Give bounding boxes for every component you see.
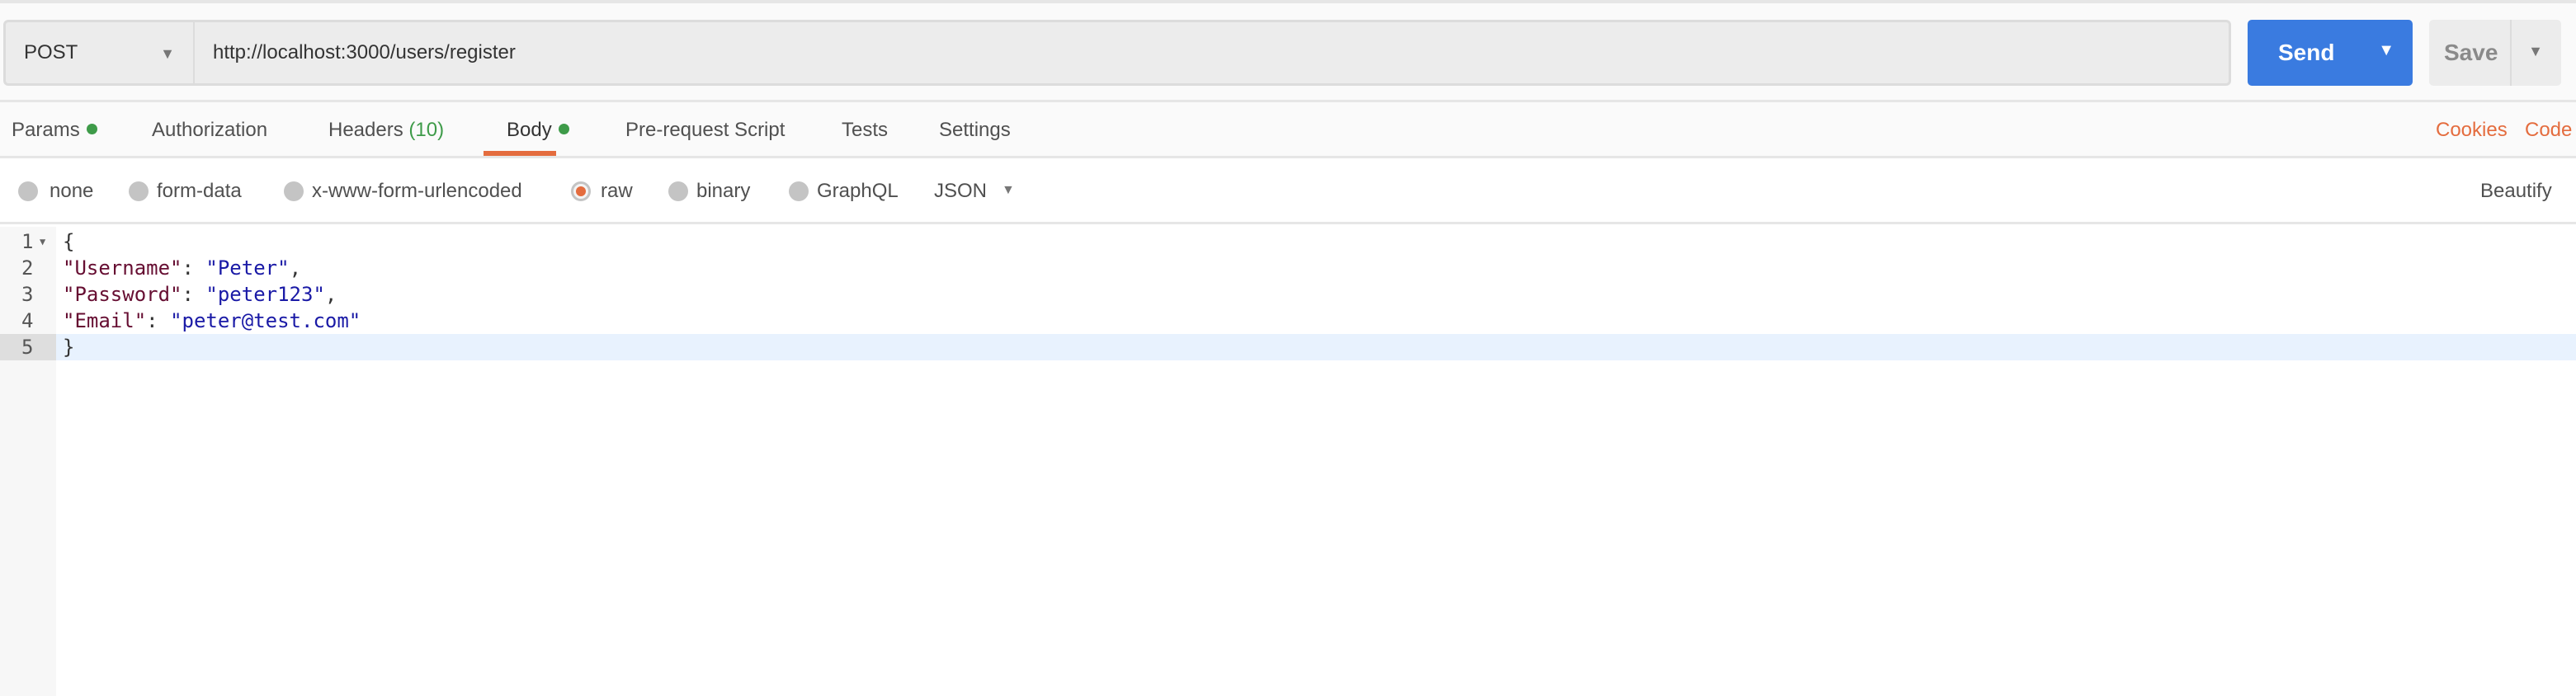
json-sep: :: [146, 309, 171, 332]
format-select[interactable]: JSON: [934, 180, 987, 203]
tab-label: Settings: [939, 119, 1011, 141]
active-tab-indicator: [484, 151, 556, 156]
fold-arrow-icon[interactable]: ▼: [40, 228, 45, 255]
editor-line: 1 ▼ {: [0, 228, 2576, 255]
request-tabs: Params Authorization Headers (10) Body P…: [0, 102, 2576, 158]
url-input[interactable]: http://localhost:3000/users/register: [195, 20, 2231, 86]
tab-pre-request-script[interactable]: Pre-request Script: [625, 119, 785, 142]
send-options-chevron-icon[interactable]: ▼: [2378, 41, 2394, 60]
tab-label: Params: [12, 119, 80, 141]
method-select[interactable]: POST ▼: [3, 20, 195, 86]
tab-headers[interactable]: Headers (10): [328, 119, 444, 142]
editor-line: 3 "Password": "peter123",: [0, 281, 2576, 308]
code-text: "Email": "peter@test.com": [63, 308, 361, 334]
send-button[interactable]: Send ▼: [2248, 20, 2413, 86]
line-number: 2: [21, 256, 34, 280]
send-label: Send: [2278, 40, 2335, 65]
chevron-down-icon: ▼: [160, 45, 175, 62]
url-value: http://localhost:3000/users/register: [213, 41, 516, 63]
save-button[interactable]: Save ▼: [2429, 20, 2561, 86]
json-string: "Peter": [205, 256, 290, 280]
json-key: "Password": [63, 283, 182, 306]
code-link[interactable]: Code: [2525, 119, 2572, 142]
divider: [2510, 20, 2512, 86]
radio-graphql[interactable]: [789, 181, 809, 201]
beautify-link[interactable]: Beautify: [2480, 180, 2552, 203]
json-punct: ,: [324, 283, 337, 306]
radio-form-data[interactable]: [129, 181, 149, 201]
json-string: "peter@test.com": [170, 309, 361, 332]
code-text: }: [63, 336, 75, 359]
line-number: 5: [0, 334, 56, 360]
json-sep: :: [182, 283, 206, 306]
save-label: Save: [2444, 40, 2498, 65]
radio-label[interactable]: x-www-form-urlencoded: [312, 180, 522, 203]
body-type-selector: none form-data x-www-form-urlencoded raw…: [0, 158, 2576, 224]
tab-params[interactable]: Params: [12, 119, 97, 142]
radio-x-www-form-urlencoded[interactable]: [284, 181, 304, 201]
line-number: 4: [21, 309, 34, 332]
code-editor[interactable]: 1 ▼ { 2 "Username": "Peter", 3 "Password…: [0, 227, 2576, 696]
radio-label[interactable]: raw: [601, 180, 633, 203]
editor-line: 4 "Email": "peter@test.com": [0, 308, 2576, 334]
radio-label[interactable]: GraphQL: [817, 180, 899, 203]
headers-count: (10): [408, 119, 445, 141]
radio-none[interactable]: [18, 181, 38, 201]
indicator-dot-icon: [86, 124, 97, 134]
line-number: 3: [21, 283, 34, 306]
tab-body[interactable]: Body: [507, 119, 569, 142]
json-sep: :: [182, 256, 206, 280]
tab-settings[interactable]: Settings: [939, 119, 1011, 142]
tab-label: Body: [507, 119, 552, 141]
tab-tests[interactable]: Tests: [842, 119, 888, 142]
tab-label: Headers: [328, 119, 403, 141]
json-string: "peter123": [205, 283, 325, 306]
editor-line-active: 5 }: [0, 334, 2576, 360]
json-punct: ,: [289, 256, 302, 280]
json-key: "Username": [63, 256, 182, 280]
method-value: POST: [24, 41, 78, 63]
cookies-link[interactable]: Cookies: [2436, 119, 2508, 142]
json-key: "Email": [63, 309, 147, 332]
tab-label: Tests: [842, 119, 889, 141]
tab-label: Authorization: [152, 119, 268, 141]
editor-line: 2 "Username": "Peter",: [0, 255, 2576, 281]
code-text: {: [63, 230, 75, 253]
code-text: "Password": "peter123",: [63, 281, 337, 308]
radio-label[interactable]: none: [50, 180, 93, 203]
tab-label: Pre-request Script: [625, 119, 786, 141]
radio-label[interactable]: binary: [696, 180, 750, 203]
save-options-chevron-icon[interactable]: ▼: [2528, 43, 2543, 60]
tab-authorization[interactable]: Authorization: [152, 119, 267, 142]
indicator-dot-icon: [558, 124, 569, 134]
radio-raw[interactable]: [571, 181, 591, 201]
radio-label[interactable]: form-data: [157, 180, 242, 203]
radio-binary[interactable]: [668, 181, 688, 201]
code-text: "Username": "Peter",: [63, 255, 301, 281]
chevron-down-icon[interactable]: ▼: [1002, 183, 1015, 198]
line-number: 1: [21, 230, 34, 253]
